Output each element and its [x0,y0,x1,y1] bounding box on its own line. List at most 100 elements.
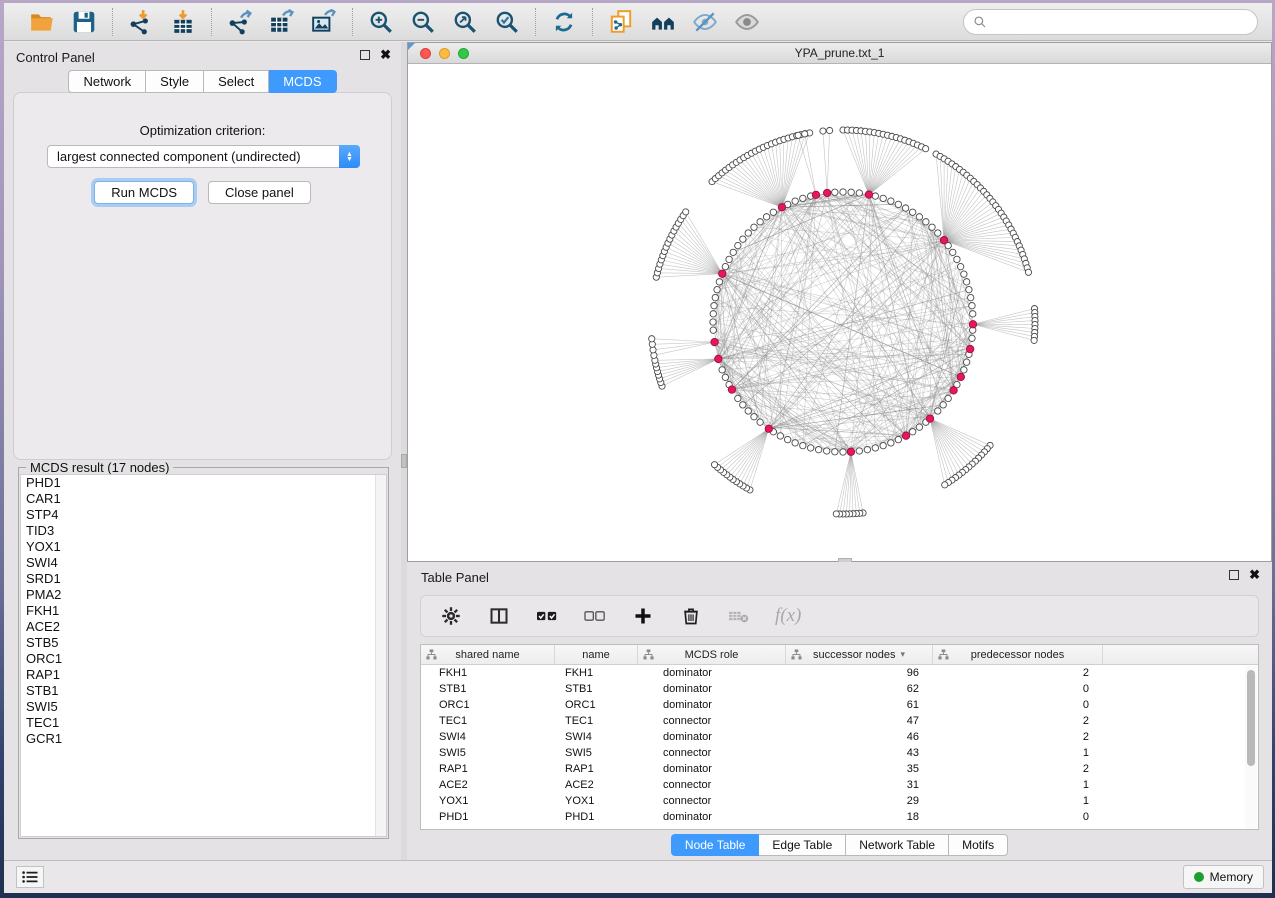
zoom-out-icon[interactable] [409,8,437,36]
network-node[interactable] [969,335,975,341]
mcds-item[interactable]: SWI4 [21,555,386,571]
table-row[interactable]: YOX1YOX1connector291 [421,793,1258,809]
export-image-icon[interactable] [310,8,338,36]
network-node[interactable] [735,395,741,401]
network-node[interactable] [935,230,941,236]
tab-mcds[interactable]: MCDS [269,70,336,93]
network-node[interactable] [824,448,830,454]
network-node[interactable] [963,359,969,365]
mcds-item[interactable]: GCR1 [21,731,386,747]
network-node[interactable] [745,408,751,414]
refresh-icon[interactable] [550,8,578,36]
mcds-result-list[interactable]: PHD1CAR1STP4TID3YOX1SWI4SRD1PMA2FKH1ACE2… [20,474,387,837]
network-node[interactable] [942,482,948,488]
mcds-node[interactable] [950,387,957,394]
mcds-item[interactable]: STB5 [21,635,386,651]
network-node[interactable] [784,436,790,442]
function-builder-icon[interactable]: f(x) [775,605,801,627]
network-node[interactable] [757,419,763,425]
network-node[interactable] [923,146,929,152]
network-node[interactable] [929,224,935,230]
network-node[interactable] [792,198,798,204]
table-row[interactable]: SWI5SWI5connector431 [421,745,1258,761]
import-table-icon[interactable] [169,8,197,36]
network-node[interactable] [820,128,826,134]
table-row[interactable]: SWI4SWI4dominator462 [421,729,1258,745]
first-neighbors-icon[interactable] [649,8,677,36]
network-node[interactable] [719,367,725,373]
column-header-name[interactable]: name [555,645,638,664]
tab-style[interactable]: Style [146,70,204,93]
tab-node-table[interactable]: Node Table [671,834,760,856]
network-node[interactable] [864,446,870,452]
network-node[interactable] [735,242,741,248]
mcds-item[interactable]: YOX1 [21,539,386,555]
mcds-item[interactable]: SWI5 [21,699,386,715]
network-node[interactable] [683,209,689,215]
table-row[interactable]: PHD1PHD1dominator180 [421,809,1258,825]
table-row[interactable]: RAP1RAP1dominator352 [421,761,1258,777]
column-header-mcds-role[interactable]: MCDS role [638,645,786,664]
mcds-item[interactable]: PMA2 [21,587,386,603]
network-node[interactable] [795,132,801,138]
network-node[interactable] [840,449,846,455]
network-node[interactable] [740,402,746,408]
mcds-node[interactable] [778,204,785,211]
add-column-icon[interactable] [631,604,655,628]
network-node[interactable] [923,219,929,225]
table-row[interactable]: ACE2ACE2connector311 [421,777,1258,793]
delete-table-icon[interactable] [727,604,751,628]
network-node[interactable] [970,311,976,317]
network-node[interactable] [710,327,716,333]
mcds-node[interactable] [957,373,964,380]
mcds-node[interactable] [823,189,830,196]
mcds-node[interactable] [847,448,854,455]
network-node[interactable] [888,198,894,204]
close-panel-icon[interactable]: ✖ [380,50,391,60]
tab-select[interactable]: Select [204,70,269,93]
float-table-panel-icon[interactable] [1229,570,1239,580]
gear-icon[interactable] [439,604,463,628]
network-node[interactable] [722,374,728,380]
network-node[interactable] [710,319,716,325]
network-node[interactable] [833,511,839,517]
network-node[interactable] [710,311,716,317]
network-node[interactable] [722,263,728,269]
network-node[interactable] [832,449,838,455]
network-node[interactable] [916,424,922,430]
network-node[interactable] [802,131,808,137]
network-node[interactable] [1031,337,1037,343]
mcds-node[interactable] [715,355,722,362]
network-node[interactable] [714,286,720,292]
network-node[interactable] [751,414,757,420]
mcds-node[interactable] [966,345,973,352]
column-header-shared-name[interactable]: shared name [421,645,555,664]
run-mcds-button[interactable]: Run MCDS [94,181,194,204]
network-node[interactable] [967,294,973,300]
network-node[interactable] [1025,269,1031,275]
mcds-node[interactable] [940,236,947,243]
network-node[interactable] [827,127,833,133]
zoom-in-icon[interactable] [367,8,395,36]
network-node[interactable] [649,336,655,342]
close-panel-button[interactable]: Close panel [208,181,311,204]
tab-network-table[interactable]: Network Table [846,834,949,856]
save-session-icon[interactable] [70,8,98,36]
network-node[interactable] [935,408,941,414]
zoom-selected-icon[interactable] [493,8,521,36]
task-history-button[interactable] [16,866,44,888]
criterion-dropdown[interactable]: largest connected component (undirected)… [47,145,360,168]
mcds-node[interactable] [902,432,909,439]
network-node[interactable] [966,286,972,292]
column-header-predecessor-nodes[interactable]: predecessor nodes [933,645,1103,664]
mcds-item[interactable]: PHD1 [21,475,386,491]
network-node[interactable] [950,249,956,255]
network-node[interactable] [726,256,732,262]
table-row[interactable]: FKH1FKH1dominator962 [421,665,1258,681]
column-header-successor-nodes[interactable]: successor nodes ▾ [786,645,933,664]
network-node[interactable] [840,189,846,195]
zoom-fit-icon[interactable] [451,8,479,36]
network-node[interactable] [856,190,862,196]
mcds-node[interactable] [719,270,726,277]
network-node[interactable] [711,303,717,309]
